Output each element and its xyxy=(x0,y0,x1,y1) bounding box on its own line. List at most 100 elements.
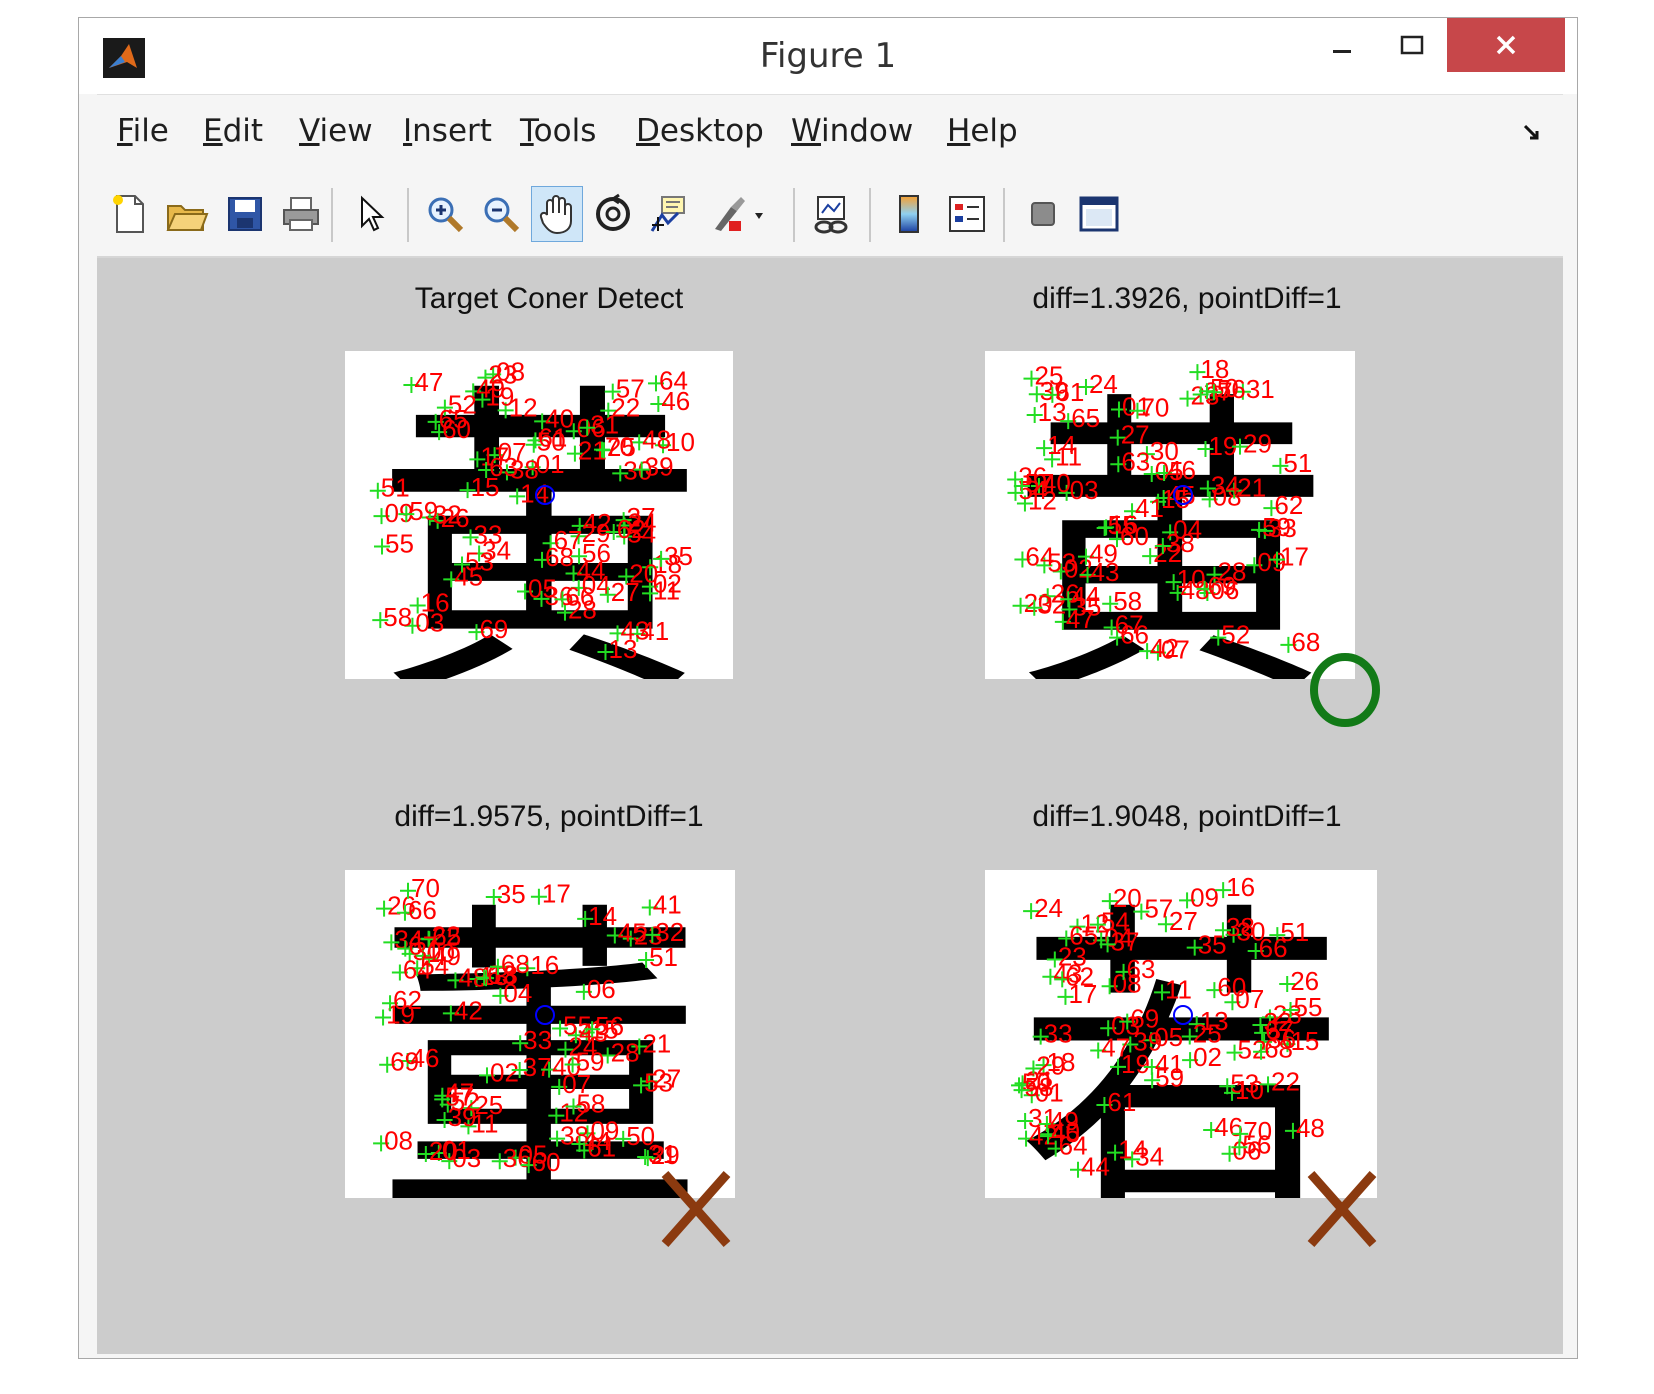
corner-label: 24 xyxy=(1089,369,1118,399)
hide-plot-tools-button[interactable] xyxy=(1017,186,1069,242)
legend-button[interactable] xyxy=(941,186,993,242)
new-figure-button[interactable] xyxy=(103,186,155,242)
colorbar-button[interactable] xyxy=(883,186,935,242)
subplot-image[interactable]: 黄 01020304050607080910111213141516171819… xyxy=(345,351,733,679)
corner-label: 65 xyxy=(1071,403,1100,433)
corner-label: 69 xyxy=(1208,571,1237,601)
corner-label: 68 xyxy=(1264,1034,1293,1064)
link-plot-button[interactable] xyxy=(805,186,857,242)
corner-label: 58 xyxy=(1025,1072,1054,1102)
pan-button[interactable] xyxy=(531,186,583,242)
corner-label: 47 xyxy=(1066,604,1095,634)
corner-label: 49 xyxy=(476,373,505,403)
dock-arrow-icon[interactable] xyxy=(1522,123,1542,143)
close-icon xyxy=(1496,35,1516,55)
figure-canvas[interactable]: Target Coner Detect 黄 010203040506070809… xyxy=(97,258,1563,1354)
corner-label: 48 xyxy=(1296,1113,1325,1143)
rotate-3d-button[interactable] xyxy=(587,186,639,242)
corner-label: 63 xyxy=(1127,954,1156,984)
colorbar-icon xyxy=(899,195,919,233)
subplot-title: diff=1.3926, pointDiff=1 xyxy=(1032,282,1342,315)
corner-label: 62 xyxy=(1065,961,1094,991)
menu-edit[interactable]: Edit xyxy=(203,113,263,149)
corner-label: 58 xyxy=(383,602,412,632)
corner-label: 67 xyxy=(1115,609,1144,639)
corner-label: 47 xyxy=(414,367,443,397)
match-circle-icon xyxy=(1310,653,1380,727)
toolbar-separator xyxy=(793,188,795,242)
corner-label: 50 xyxy=(626,1121,655,1151)
corner-label: 61 xyxy=(587,1132,616,1162)
corner-label: 70 xyxy=(605,432,634,462)
save-button[interactable] xyxy=(219,186,271,242)
corner-label: 25 xyxy=(1193,1018,1222,1048)
corner-label: 59 xyxy=(409,496,438,526)
corner-label: 60 xyxy=(1120,521,1149,551)
minimize-button[interactable] xyxy=(1307,18,1377,72)
toolbar-separator xyxy=(407,188,409,242)
zoom-out-icon xyxy=(484,197,520,233)
corner-label: 62 xyxy=(393,985,422,1015)
menu-window[interactable]: Window xyxy=(791,113,913,149)
corner-label: 21 xyxy=(642,1029,671,1059)
print-button[interactable] xyxy=(275,186,327,242)
menu-help[interactable]: Help xyxy=(947,113,1018,149)
menu-tools[interactable]: Tools xyxy=(520,113,596,149)
menu-insert[interactable]: Insert xyxy=(403,113,492,149)
corner-label: 70 xyxy=(411,873,440,903)
subplot-image[interactable]: 董 01020304050607080910111213141516171819… xyxy=(345,870,735,1198)
corner-label: 29 xyxy=(1243,429,1272,459)
corner-label: 70 xyxy=(1243,1116,1272,1146)
corner-label: 16 xyxy=(421,587,450,617)
save-icon xyxy=(228,197,262,231)
open-file-button[interactable] xyxy=(161,186,213,242)
title-bar[interactable]: Figure 1 xyxy=(79,18,1577,94)
corner-label: 56 xyxy=(582,538,611,568)
corner-label: 66 xyxy=(565,581,594,611)
corner-label: 35 xyxy=(497,879,526,909)
maximize-icon xyxy=(1400,35,1424,55)
corner-label: 51 xyxy=(649,942,678,972)
corner-label: 62 xyxy=(1274,490,1303,520)
close-button[interactable] xyxy=(1447,18,1565,72)
menu-file[interactable]: File xyxy=(117,113,169,149)
corner-label: 53 xyxy=(1230,1068,1259,1098)
corner-label: 17 xyxy=(542,879,571,909)
corner-label: 68 xyxy=(501,949,530,979)
subplot-image[interactable]: 黄 01020304050607080910111213141516171819… xyxy=(985,351,1355,679)
corner-label: 11 xyxy=(1165,974,1192,1004)
menu-desktop[interactable]: Desktop xyxy=(636,113,764,149)
corner-label: 58 xyxy=(576,1088,605,1118)
corner-label: 57 xyxy=(1025,468,1054,498)
show-plot-tools-button[interactable] xyxy=(1073,186,1125,242)
corner-label: 39 xyxy=(645,452,674,482)
corner-label: 06 xyxy=(587,974,616,1004)
data-cursor-button[interactable] xyxy=(643,186,695,242)
corner-label: 64 xyxy=(659,365,688,395)
edit-plot-button[interactable] xyxy=(345,186,397,242)
corner-label: 69 xyxy=(1130,1004,1159,1034)
corner-label: 57 xyxy=(445,1081,474,1111)
corner-label: 69 xyxy=(479,614,508,644)
corner-label: 33 xyxy=(1044,1019,1073,1049)
zoom-out-button[interactable] xyxy=(475,186,527,242)
brush-button[interactable] xyxy=(701,186,773,242)
corner-label: 34 xyxy=(1135,1141,1164,1171)
pan-hand-icon xyxy=(539,195,572,235)
corner-label: 37 xyxy=(523,1052,552,1082)
menu-bar: File Edit View Insert Tools Desktop Wind… xyxy=(97,94,1563,178)
menu-view[interactable]: View xyxy=(299,113,373,149)
hide-plot-tools-icon xyxy=(1031,202,1055,226)
zoom-in-button[interactable] xyxy=(419,186,471,242)
corner-label: 42 xyxy=(583,508,612,538)
toolbar-separator xyxy=(331,188,333,242)
corner-label: 53 xyxy=(644,1067,673,1097)
corner-label: 42 xyxy=(1150,633,1179,663)
corner-label: 66 xyxy=(1259,933,1288,963)
corner-label: 62 xyxy=(617,514,646,544)
subplot-title: diff=1.9048, pointDiff=1 xyxy=(1032,800,1342,833)
corner-label: 57 xyxy=(616,374,645,404)
corner-label: 24 xyxy=(1034,893,1063,923)
subplot-image[interactable]: 若 01 02 03 04 05 06 07 08 09 10 11 12 13 14 15 16 17 18 19… xyxy=(985,870,1377,1198)
maximize-button[interactable] xyxy=(1377,18,1447,72)
